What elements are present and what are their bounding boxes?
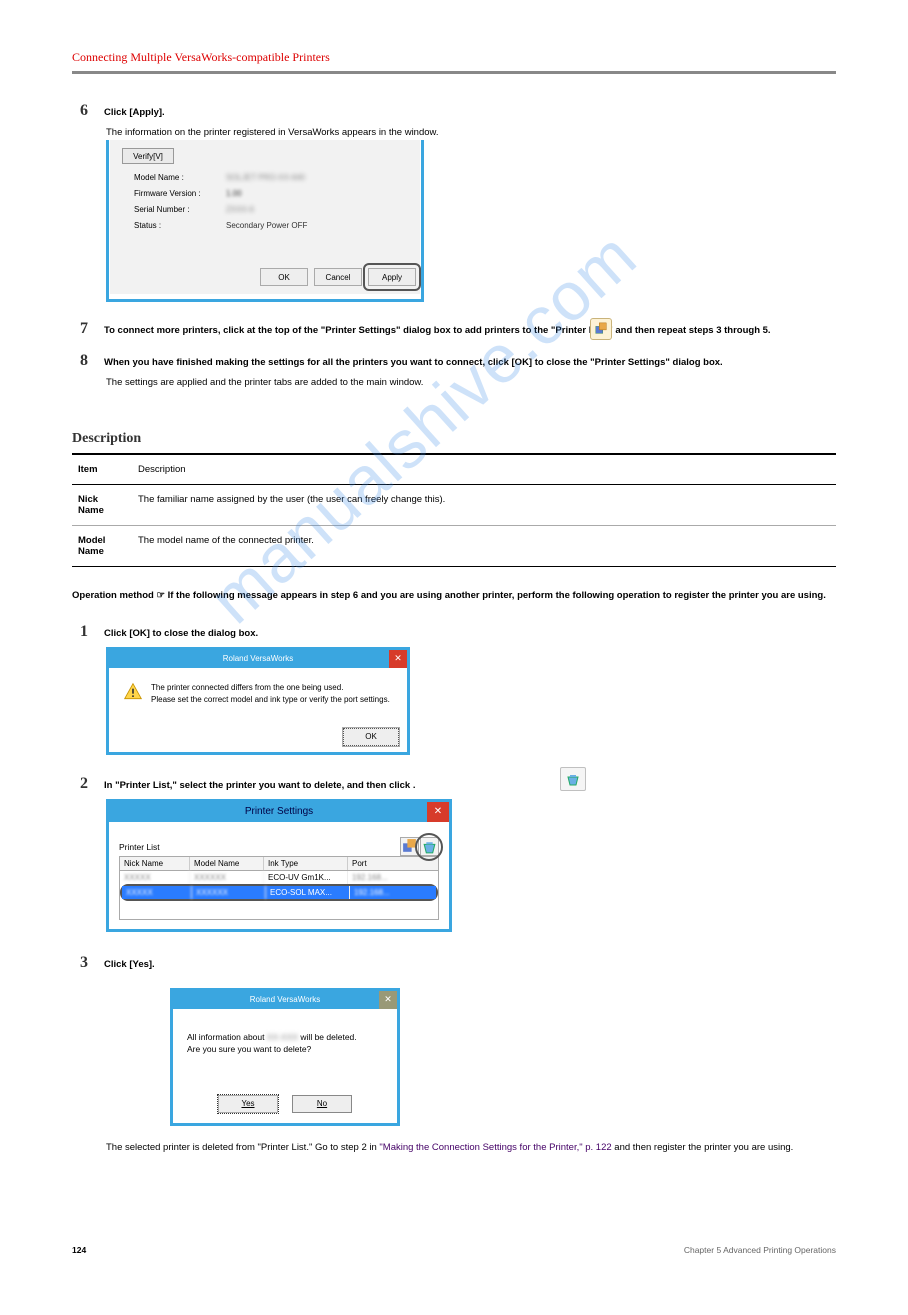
apply-highlight: Apply xyxy=(363,263,421,291)
operation-2: 2 In "Printer List," select the printer … xyxy=(72,775,836,793)
cell: XXXXX xyxy=(122,886,192,899)
printer-info-dialog: Verify[V] Model Name :SOLJET PRO-XX-640 … xyxy=(106,140,424,302)
add-printer-icon[interactable] xyxy=(590,318,612,340)
printer-list-header: Nick Name Model Name Ink Type Port xyxy=(119,856,439,871)
step-8: 8 When you have finished making the sett… xyxy=(72,352,836,370)
cell: XXXXXX xyxy=(190,871,264,884)
step-text: Click [Apply]. xyxy=(104,107,165,118)
cross-ref-link[interactable]: "Making the Connection Settings for the … xyxy=(379,1142,611,1153)
cancel-button[interactable]: Cancel xyxy=(314,268,362,286)
end-note: The selected printer is deleted from "Pr… xyxy=(106,1140,836,1155)
apply-button[interactable]: Apply xyxy=(368,268,416,286)
step-number: 7 xyxy=(72,320,96,338)
op-text: In "Printer List," select the printer yo… xyxy=(104,780,416,791)
close-icon[interactable]: ✕ xyxy=(389,650,407,668)
cell: ECO-SOL MAX... xyxy=(266,886,350,899)
step-7: 7 To connect more printers, click at the… xyxy=(72,320,836,338)
col-model: Model Name xyxy=(190,857,264,870)
fw-label: Firmware Version : xyxy=(134,186,214,202)
printer-row-selected[interactable]: XXXXX XXXXXX ECO-SOL MAX... 192.168... xyxy=(122,886,436,899)
col-ink: Ink Type xyxy=(264,857,348,870)
confirm-line1: All information about XX-XXX will be del… xyxy=(187,1031,383,1043)
alert-line1: The printer connected differs from the o… xyxy=(151,682,390,694)
row-desc: The model name of the connected printer. xyxy=(132,525,836,566)
description-table: ItemDescription Nick NameThe familiar na… xyxy=(72,454,836,567)
dialog-title: Roland VersaWorks ✕ xyxy=(173,991,397,1009)
description-heading: Description xyxy=(72,431,836,447)
ok-button[interactable]: OK xyxy=(260,268,308,286)
step-number: 6 xyxy=(72,102,96,120)
op-text: Click [OK] to close the dialog box. xyxy=(104,628,258,639)
cell: ECO-UV Gm1K... xyxy=(264,871,348,884)
op-number: 3 xyxy=(72,954,96,972)
cell: 192.168... xyxy=(348,871,438,884)
confirm-delete-dialog: Roland VersaWorks ✕ All information abou… xyxy=(170,988,400,1126)
section-title: Connecting Multiple VersaWorks-compatibl… xyxy=(72,50,836,65)
cell: XXXXX xyxy=(120,871,190,884)
serial-label: Serial Number : xyxy=(134,202,214,218)
row-item: Model Name xyxy=(72,525,132,566)
printer-list-label: Printer List xyxy=(119,842,439,852)
alert-dialog: Roland VersaWorks ✕ The printer connecte… xyxy=(106,647,410,755)
verify-button[interactable]: Verify[V] xyxy=(122,148,174,164)
cell: 192.168... xyxy=(350,886,436,899)
operation-1: 1 Click [OK] to close the dialog box. xyxy=(72,623,836,641)
printer-row[interactable]: XXXXX XXXXXX ECO-UV Gm1K... 192.168... xyxy=(120,871,438,884)
row-item: Nick Name xyxy=(72,484,132,525)
dialog-title: Roland VersaWorks ✕ xyxy=(109,650,407,668)
th-item: Item xyxy=(72,454,132,484)
printer-settings-dialog: Printer Settings ✕ Printer List Nick Nam… xyxy=(106,799,452,932)
yes-button[interactable]: Yes xyxy=(218,1095,278,1113)
step-text: When you have finished making the settin… xyxy=(104,357,723,368)
row-highlight: XXXXX XXXXXX ECO-SOL MAX... 192.168... xyxy=(120,884,438,901)
step-number: 8 xyxy=(72,352,96,370)
delete-highlight xyxy=(415,833,443,861)
operation-intro: Operation method ☞ If the following mess… xyxy=(72,589,836,603)
step-6: 6 Click [Apply]. xyxy=(72,102,836,120)
chapter-label: Chapter 5 Advanced Printing Operations xyxy=(684,1245,836,1255)
th-desc: Description xyxy=(132,454,836,484)
close-icon[interactable]: ✕ xyxy=(379,991,397,1009)
close-icon[interactable]: ✕ xyxy=(427,802,449,822)
warning-icon xyxy=(123,682,143,702)
step-8-body: The settings are applied and the printer… xyxy=(106,376,836,390)
confirm-line2: Are you sure you want to delete? xyxy=(187,1043,383,1055)
col-nickname: Nick Name xyxy=(120,857,190,870)
op-number: 1 xyxy=(72,623,96,641)
model-value: SOLJET PRO-XX-640 xyxy=(226,170,305,186)
operation-3: 3 Click [Yes]. xyxy=(72,954,836,972)
status-value: Secondary Power OFF xyxy=(226,218,307,234)
dialog-title: Printer Settings ✕ xyxy=(109,802,449,822)
page-footer: 124 Chapter 5 Advanced Printing Operatio… xyxy=(72,1245,836,1255)
section-divider xyxy=(72,71,836,74)
alert-line2: Please set the correct model and ink typ… xyxy=(151,694,390,706)
model-label: Model Name : xyxy=(134,170,214,186)
cell: XXXXXX xyxy=(192,886,266,899)
step-6-body: The information on the printer registere… xyxy=(106,126,836,140)
step-text: To connect more printers, click at the t… xyxy=(104,325,771,336)
delete-icon-inline[interactable] xyxy=(560,767,586,791)
page-number: 124 xyxy=(72,1245,86,1255)
no-button[interactable]: No xyxy=(292,1095,352,1113)
row-desc: The familiar name assigned by the user (… xyxy=(132,484,836,525)
serial-value: ZXXX-6 xyxy=(226,202,254,218)
status-label: Status : xyxy=(134,218,214,234)
fw-value: 1.00 xyxy=(226,186,242,202)
ok-button[interactable]: OK xyxy=(343,728,399,746)
op-number: 2 xyxy=(72,775,96,793)
op-text: Click [Yes]. xyxy=(104,959,155,970)
